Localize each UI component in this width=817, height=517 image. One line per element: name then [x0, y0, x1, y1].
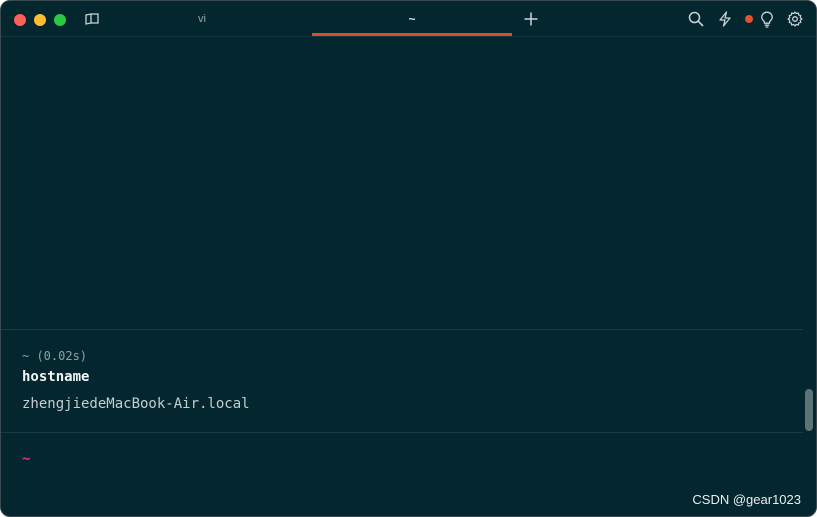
block-divider	[1, 329, 803, 330]
terminal-output-area[interactable]: ~ (0.02s) hostname zhengjiedeMacBook-Air…	[1, 37, 816, 516]
active-tab-indicator	[312, 33, 512, 36]
block-meta: ~ (0.02s)	[22, 349, 88, 363]
lightning-icon[interactable]	[716, 10, 734, 28]
new-tab-plus-icon[interactable]	[522, 10, 540, 28]
command-prompt[interactable]: ~	[22, 451, 30, 467]
tab-home-label: ~	[408, 11, 416, 26]
minimize-window-button[interactable]	[34, 14, 46, 26]
close-window-button[interactable]	[14, 14, 26, 26]
title-bar: vi ~	[1, 1, 816, 37]
input-divider	[1, 432, 803, 433]
maximize-window-button[interactable]	[54, 14, 66, 26]
watermark: CSDN @gear1023	[692, 492, 801, 507]
scrollbar-thumb[interactable]	[805, 389, 813, 431]
tab-vi[interactable]: vi	[102, 1, 302, 36]
block-command[interactable]: hostname	[22, 369, 89, 385]
status-dot-icon	[745, 15, 753, 23]
tab-home[interactable]: ~	[312, 1, 512, 36]
tab-vi-label: vi	[198, 12, 206, 25]
lightbulb-icon[interactable]	[758, 10, 776, 28]
search-icon[interactable]	[687, 10, 705, 28]
terminal-window: vi ~ ~ (0.02s) hostname zhengjiedeMacBoo…	[0, 0, 817, 517]
gear-icon[interactable]	[786, 10, 804, 28]
block-output[interactable]: zhengjiedeMacBook-Air.local	[22, 396, 250, 412]
tab-overview-icon[interactable]	[83, 10, 101, 28]
